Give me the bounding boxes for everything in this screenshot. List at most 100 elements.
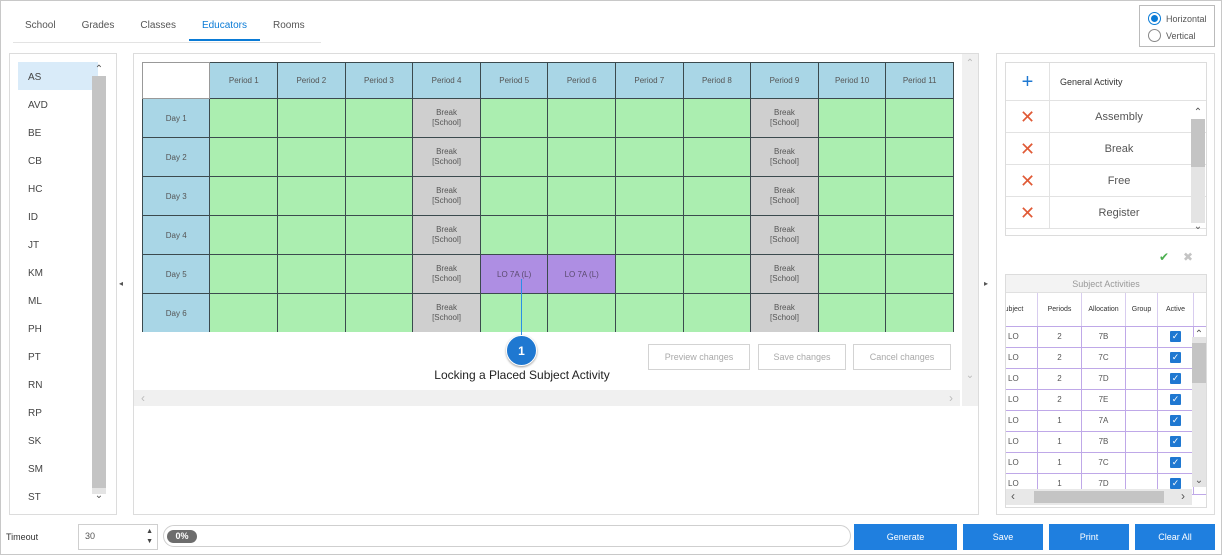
timeout-input[interactable]: 30 ▲ ▼ bbox=[78, 524, 158, 550]
free-slot[interactable] bbox=[479, 98, 549, 138]
free-slot[interactable] bbox=[817, 215, 887, 255]
educator-item[interactable]: RN bbox=[18, 370, 98, 398]
free-slot[interactable] bbox=[885, 98, 954, 138]
scroll-right-icon[interactable]: › bbox=[1176, 489, 1190, 503]
scroll-up-icon[interactable]: ⌃ bbox=[1192, 329, 1206, 340]
break-slot[interactable]: Break [School] bbox=[750, 98, 819, 138]
general-activity-scrollbar[interactable] bbox=[1191, 119, 1205, 223]
cancel-icon[interactable]: ✖ bbox=[1183, 250, 1193, 264]
scroll-down-icon[interactable]: ⌄ bbox=[1192, 475, 1206, 486]
educator-item[interactable]: HC bbox=[18, 174, 98, 202]
remove-icon[interactable]: ✕ bbox=[1006, 197, 1050, 228]
scroll-right-icon[interactable]: › bbox=[944, 391, 958, 405]
educator-item[interactable]: CB bbox=[18, 146, 98, 174]
educator-item[interactable]: JT bbox=[18, 230, 98, 258]
remove-icon[interactable]: ✕ bbox=[1006, 165, 1050, 196]
active-checkbox[interactable]: ✓ bbox=[1170, 331, 1181, 343]
break-slot[interactable]: Break [School] bbox=[412, 98, 481, 138]
free-slot[interactable] bbox=[209, 254, 279, 294]
free-slot[interactable] bbox=[344, 137, 414, 177]
plus-icon[interactable]: + bbox=[1006, 63, 1050, 100]
scroll-down-icon[interactable]: ⌄ bbox=[1191, 221, 1205, 232]
active-checkbox[interactable]: ✓ bbox=[1170, 415, 1181, 427]
free-slot[interactable] bbox=[209, 176, 279, 216]
free-slot[interactable] bbox=[885, 293, 954, 332]
preview-changes-button[interactable]: Preview changes bbox=[648, 344, 750, 370]
collapse-left-icon[interactable]: ◂ bbox=[119, 279, 123, 288]
active-checkbox[interactable]: ✓ bbox=[1170, 352, 1181, 364]
educator-item[interactable]: ID bbox=[18, 202, 98, 230]
free-slot[interactable] bbox=[479, 293, 549, 332]
column-header-subject[interactable]: Subject bbox=[1006, 293, 1038, 326]
educator-item[interactable]: PH bbox=[18, 314, 98, 342]
free-slot[interactable] bbox=[817, 293, 887, 332]
subject-activities-vscrollbar[interactable] bbox=[1192, 337, 1206, 487]
free-slot[interactable] bbox=[277, 293, 346, 332]
free-slot[interactable] bbox=[615, 176, 684, 216]
free-slot[interactable] bbox=[615, 254, 684, 294]
active-checkbox[interactable]: ✓ bbox=[1170, 457, 1181, 469]
educator-item[interactable]: PT bbox=[18, 342, 98, 370]
timetable-hscrollbar[interactable]: ‹ › bbox=[134, 390, 960, 406]
educator-item[interactable]: AVD bbox=[18, 90, 98, 118]
scroll-left-icon[interactable]: ‹ bbox=[136, 391, 150, 405]
remove-icon[interactable]: ✕ bbox=[1006, 101, 1050, 132]
general-activity-item[interactable]: ✕ Register bbox=[1006, 197, 1206, 229]
free-slot[interactable] bbox=[817, 98, 887, 138]
column-header-active[interactable]: Active bbox=[1158, 293, 1194, 326]
tab-school[interactable]: School bbox=[13, 13, 69, 41]
free-slot[interactable] bbox=[277, 215, 346, 255]
free-slot[interactable] bbox=[885, 137, 954, 177]
free-slot[interactable] bbox=[885, 254, 954, 294]
free-slot[interactable] bbox=[885, 215, 954, 255]
general-activity-item[interactable]: ✕ Free bbox=[1006, 165, 1206, 197]
educator-item[interactable]: SM bbox=[18, 454, 98, 482]
educator-item[interactable]: BE bbox=[18, 118, 98, 146]
free-slot[interactable] bbox=[344, 176, 414, 216]
educator-item[interactable]: RP bbox=[18, 398, 98, 426]
subject-activity-row[interactable]: LO 1 7B ✓ bbox=[1006, 432, 1206, 453]
educator-item[interactable]: ST bbox=[18, 482, 98, 510]
column-header-allocation[interactable]: Allocation bbox=[1082, 293, 1126, 326]
educator-list-scrollbar[interactable] bbox=[92, 76, 106, 494]
collapse-right-icon[interactable]: ▸ bbox=[984, 279, 988, 288]
free-slot[interactable] bbox=[547, 137, 616, 177]
break-slot[interactable]: Break [School] bbox=[750, 254, 819, 294]
subject-activity-row[interactable]: LO 2 7D ✓ bbox=[1006, 369, 1206, 390]
free-slot[interactable] bbox=[547, 215, 616, 255]
print-button[interactable]: Print bbox=[1049, 524, 1129, 550]
free-slot[interactable] bbox=[344, 98, 414, 138]
free-slot[interactable] bbox=[682, 215, 752, 255]
cancel-changes-button[interactable]: Cancel changes bbox=[853, 344, 951, 370]
break-slot[interactable]: Break [School] bbox=[750, 215, 819, 255]
orientation-horizontal[interactable]: Horizontal bbox=[1148, 10, 1214, 27]
free-slot[interactable] bbox=[344, 215, 414, 255]
free-slot[interactable] bbox=[547, 176, 616, 216]
active-checkbox[interactable]: ✓ bbox=[1170, 373, 1181, 385]
free-slot[interactable] bbox=[479, 176, 549, 216]
free-slot[interactable] bbox=[682, 293, 752, 332]
free-slot[interactable] bbox=[615, 137, 684, 177]
subject-activities-hscrollbar[interactable]: ‹ › bbox=[1006, 489, 1192, 505]
scroll-down-icon[interactable]: ⌄ bbox=[92, 490, 106, 501]
free-slot[interactable] bbox=[277, 176, 346, 216]
free-slot[interactable] bbox=[277, 254, 346, 294]
scroll-up-icon[interactable]: ⌃ bbox=[1191, 107, 1205, 118]
subject-activity-row[interactable]: LO 2 7C ✓ bbox=[1006, 348, 1206, 369]
break-slot[interactable]: Break [School] bbox=[412, 176, 481, 216]
save-button[interactable]: Save bbox=[963, 524, 1043, 550]
general-activity-item[interactable]: ✕ Break bbox=[1006, 133, 1206, 165]
subject-activity-row[interactable]: LO 2 7E ✓ bbox=[1006, 390, 1206, 411]
free-slot[interactable] bbox=[479, 215, 549, 255]
column-header-periods[interactable]: Periods bbox=[1038, 293, 1082, 326]
scroll-down-icon[interactable]: ⌄ bbox=[963, 370, 977, 381]
scroll-left-icon[interactable]: ‹ bbox=[1006, 489, 1020, 503]
save-changes-button[interactable]: Save changes bbox=[758, 344, 846, 370]
break-slot[interactable]: Break [School] bbox=[750, 293, 819, 332]
tab-rooms[interactable]: Rooms bbox=[260, 13, 318, 41]
confirm-icon[interactable]: ✔ bbox=[1159, 250, 1169, 264]
active-checkbox[interactable]: ✓ bbox=[1170, 478, 1181, 490]
subject-activity-slot[interactable]: LO 7A (L) bbox=[479, 254, 549, 294]
scroll-up-icon[interactable]: ⌃ bbox=[92, 64, 106, 75]
educator-item[interactable]: AS bbox=[18, 62, 98, 90]
